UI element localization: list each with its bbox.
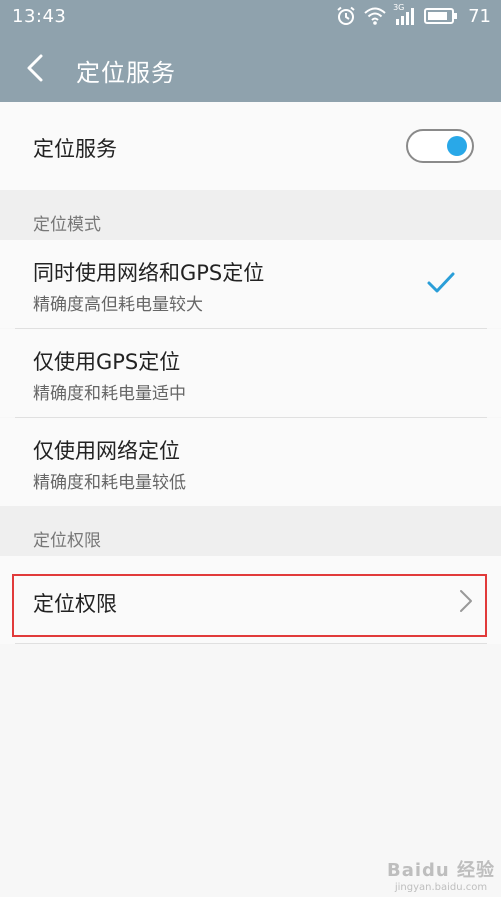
- permission-section-label: 定位权限: [33, 531, 101, 551]
- mode-option-title: 仅使用网络定位: [33, 439, 180, 463]
- chevron-left-icon: [27, 54, 43, 82]
- chevron-right-icon: [460, 590, 472, 612]
- battery-level: 71: [468, 5, 491, 27]
- back-button[interactable]: [20, 52, 50, 84]
- baidu-watermark: Baidu 经验 jingyan.baidu.com: [387, 856, 495, 893]
- battery-icon: [424, 7, 458, 25]
- location-service-toggle[interactable]: [406, 129, 474, 163]
- alarm-icon: [336, 6, 356, 26]
- mode-option-subtitle: 精确度和耗电量适中: [33, 384, 186, 404]
- status-icons: 3G 71: [336, 3, 491, 27]
- toggle-knob: [447, 136, 467, 156]
- signal-icon: 3G: [393, 3, 416, 25]
- app-header: 13:43 3G 71 定位服务: [0, 0, 501, 102]
- mode-section-label: 定位模式: [33, 215, 101, 235]
- watermark-text: Baidu 经验: [386, 860, 495, 881]
- mode-option-network-gps[interactable]: 同时使用网络和GPS定位 精确度高但耗电量较大: [0, 240, 501, 328]
- network-type-label: 3G: [393, 3, 405, 12]
- mode-option-subtitle: 精确度和耗电量较低: [33, 473, 186, 493]
- location-permission-label: 定位权限: [33, 592, 117, 616]
- mode-option-title: 仅使用GPS定位: [33, 350, 181, 374]
- check-icon: [427, 272, 455, 293]
- mode-section-header: 定位模式: [0, 190, 501, 240]
- mode-option-gps-only[interactable]: 仅使用GPS定位 精确度和耗电量适中: [0, 329, 501, 417]
- status-time: 13:43: [12, 6, 67, 27]
- location-service-row[interactable]: 定位服务: [0, 102, 501, 190]
- location-service-label: 定位服务: [33, 137, 117, 161]
- mode-option-subtitle: 精确度高但耗电量较大: [33, 295, 203, 315]
- location-permission-item[interactable]: 定位权限: [0, 556, 501, 644]
- page-title: 定位服务: [76, 59, 176, 87]
- wifi-icon: [364, 7, 386, 25]
- mode-option-title: 同时使用网络和GPS定位: [33, 261, 265, 285]
- permission-section-header: 定位权限: [0, 506, 501, 556]
- mode-option-network-only[interactable]: 仅使用网络定位 精确度和耗电量较低: [0, 418, 501, 506]
- watermark-subtext: jingyan.baidu.com: [394, 882, 488, 893]
- divider: [15, 643, 487, 644]
